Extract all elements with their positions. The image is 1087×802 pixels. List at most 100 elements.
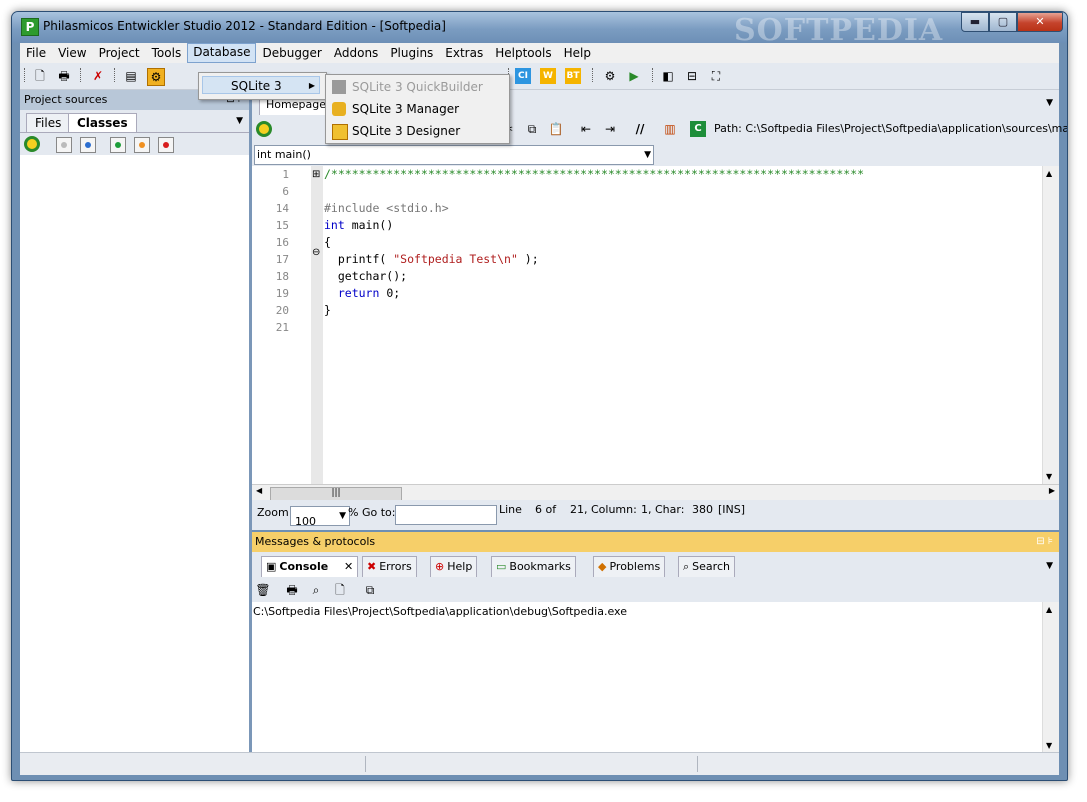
scroll-up-icon[interactable]: ▲: [1046, 169, 1052, 178]
scroll-right-icon[interactable]: ▶: [1049, 486, 1055, 495]
fold-expand-icon[interactable]: ⊞: [312, 169, 320, 180]
chevron-down-icon[interactable]: ▼: [236, 116, 243, 126]
menu-help[interactable]: Help: [558, 44, 597, 62]
code-line: return 0;: [324, 286, 401, 300]
compile-icon[interactable]: ⚙: [602, 68, 618, 84]
maximize-button[interactable]: ▢: [989, 12, 1017, 32]
tab-help[interactable]: ⊕ Help: [430, 556, 478, 577]
scrollbar-thumb[interactable]: |||: [270, 487, 402, 501]
paste-icon[interactable]: 📋: [548, 121, 564, 137]
code-editor[interactable]: 1 6 14 15 16 17 18 19 20 21 ⊞ ⊖ /****************…: [252, 166, 1059, 484]
tab-files[interactable]: Files: [26, 113, 71, 132]
editor-status-row: Zoom: 100 ▼ % Go to: Line 6 of 21, Colum…: [252, 500, 1059, 530]
bt-icon[interactable]: BT: [565, 68, 581, 84]
pin-icon[interactable]: ⊟ ⊧: [1036, 532, 1053, 552]
filter-blue-icon[interactable]: [80, 137, 96, 153]
filter-gray-icon[interactable]: [56, 137, 72, 153]
copy-icon[interactable]: ⧉: [524, 121, 540, 137]
function-select[interactable]: int main() ▼: [254, 145, 654, 165]
layout-split-icon[interactable]: ⊟: [684, 68, 700, 84]
minimize-button[interactable]: ▬: [961, 12, 989, 32]
copy-text-icon[interactable]: 🗋: [332, 582, 348, 598]
scroll-up-icon[interactable]: ▲: [1046, 605, 1052, 614]
chevron-down-icon[interactable]: ▼: [1046, 561, 1053, 571]
code-line: int main(): [324, 218, 394, 232]
code-line: /***************************************…: [324, 167, 865, 181]
menu-plugins[interactable]: Plugins: [384, 44, 439, 62]
goto-label: % Go to:: [348, 506, 396, 519]
messages-tab-bar: ▣ Console ✕ ✖ Errors ⊕ Help ▭ Bookmarks ◆ Pro…: [252, 552, 1059, 578]
menu-item-manager[interactable]: SQLite 3 Manager: [328, 99, 506, 120]
close-icon[interactable]: ✕: [344, 560, 353, 573]
tab-search[interactable]: ⌕ Search: [678, 556, 735, 577]
indent-left-icon[interactable]: ⇤: [578, 121, 594, 137]
line-number: 14: [275, 202, 289, 215]
menu-view[interactable]: View: [52, 44, 92, 62]
menu-tools[interactable]: Tools: [146, 44, 188, 62]
menu-item-label: SQLite 3 Designer: [352, 124, 461, 138]
class-filter-bar: [20, 133, 249, 155]
line-number: 19: [275, 287, 289, 300]
find-icon[interactable]: ⌕: [308, 582, 324, 598]
scroll-left-icon[interactable]: ◀: [256, 486, 262, 495]
tab-problems[interactable]: ◆ Problems: [593, 556, 666, 577]
refresh-icon[interactable]: [24, 136, 40, 152]
chart-icon[interactable]: ▥: [662, 121, 678, 137]
goto-input[interactable]: [395, 505, 497, 525]
new-file-icon[interactable]: 🗋: [32, 68, 48, 84]
menu-item-quickbuilder[interactable]: SQLite 3 QuickBuilder: [328, 77, 506, 98]
delete-icon[interactable]: ✗: [90, 68, 106, 84]
toolbar-separator: [24, 68, 27, 82]
comment-icon[interactable]: //: [632, 121, 648, 137]
app-window: P Philasmicos Entwickler Studio 2012 - S…: [11, 11, 1068, 781]
menu-helptools[interactable]: Helptools: [489, 44, 557, 62]
chevron-down-icon[interactable]: ▼: [1046, 98, 1053, 108]
tab-bookmarks[interactable]: ▭ Bookmarks: [491, 556, 576, 577]
status-bar: [20, 752, 1059, 775]
line-number: 16: [275, 236, 289, 249]
zoom-label: Zoom:: [257, 506, 293, 519]
filter-red-icon[interactable]: [158, 137, 174, 153]
chevron-down-icon: ▼: [644, 150, 651, 160]
close-button[interactable]: ✕: [1017, 12, 1063, 32]
print-icon[interactable]: 🖶: [284, 582, 300, 598]
filter-orange-icon[interactable]: [134, 137, 150, 153]
menu-debugger[interactable]: Debugger: [256, 44, 327, 62]
menu-addons[interactable]: Addons: [328, 44, 384, 62]
vertical-scrollbar[interactable]: ▲ ▼: [1042, 602, 1059, 753]
fullscreen-icon[interactable]: ⛶: [708, 68, 724, 84]
zoom-select[interactable]: 100 ▼: [290, 506, 350, 528]
tab-classes[interactable]: Classes: [68, 113, 137, 132]
menu-database[interactable]: Database: [187, 43, 257, 63]
layout-left-icon[interactable]: ◧: [660, 68, 676, 84]
tab-errors[interactable]: ✖ Errors: [362, 556, 417, 577]
copy-icon[interactable]: ⧉: [362, 582, 378, 598]
fold-collapse-icon[interactable]: ⊖: [312, 247, 320, 258]
toolbar-separator: [652, 68, 655, 82]
window-icon[interactable]: ▤: [123, 68, 139, 84]
menu-item-sqlite3[interactable]: SQLite 3 ▶: [202, 76, 320, 94]
code-text[interactable]: /***************************************…: [324, 166, 864, 336]
vertical-scrollbar[interactable]: ▲ ▼: [1042, 166, 1059, 484]
console-output[interactable]: C:\Softpedia Files\Project\Softpedia\app…: [252, 602, 1059, 753]
horizontal-scrollbar[interactable]: ◀ ||| ▶: [252, 484, 1059, 501]
refresh-icon[interactable]: [256, 121, 272, 137]
c-icon[interactable]: C: [690, 121, 706, 137]
scroll-down-icon[interactable]: ▼: [1046, 741, 1052, 750]
menu-item-designer[interactable]: SQLite 3 Designer: [328, 121, 506, 142]
build-icon[interactable]: ⚙: [147, 68, 165, 86]
trash-icon[interactable]: 🗑: [255, 582, 271, 598]
tab-console[interactable]: ▣ Console ✕: [261, 556, 359, 577]
w-icon[interactable]: W: [540, 68, 556, 84]
ci-icon[interactable]: CI: [515, 68, 531, 84]
toolbar-separator: [114, 68, 117, 82]
indent-right-icon[interactable]: ⇥: [602, 121, 618, 137]
menu-file[interactable]: File: [20, 44, 52, 62]
menu-extras[interactable]: Extras: [439, 44, 489, 62]
title-bar[interactable]: P Philasmicos Entwickler Studio 2012 - S…: [12, 12, 1067, 48]
run-icon[interactable]: ▶: [626, 68, 642, 84]
menu-project[interactable]: Project: [93, 44, 146, 62]
scroll-down-icon[interactable]: ▼: [1046, 472, 1052, 481]
filter-green-icon[interactable]: [110, 137, 126, 153]
print-icon[interactable]: 🖶: [56, 68, 72, 84]
